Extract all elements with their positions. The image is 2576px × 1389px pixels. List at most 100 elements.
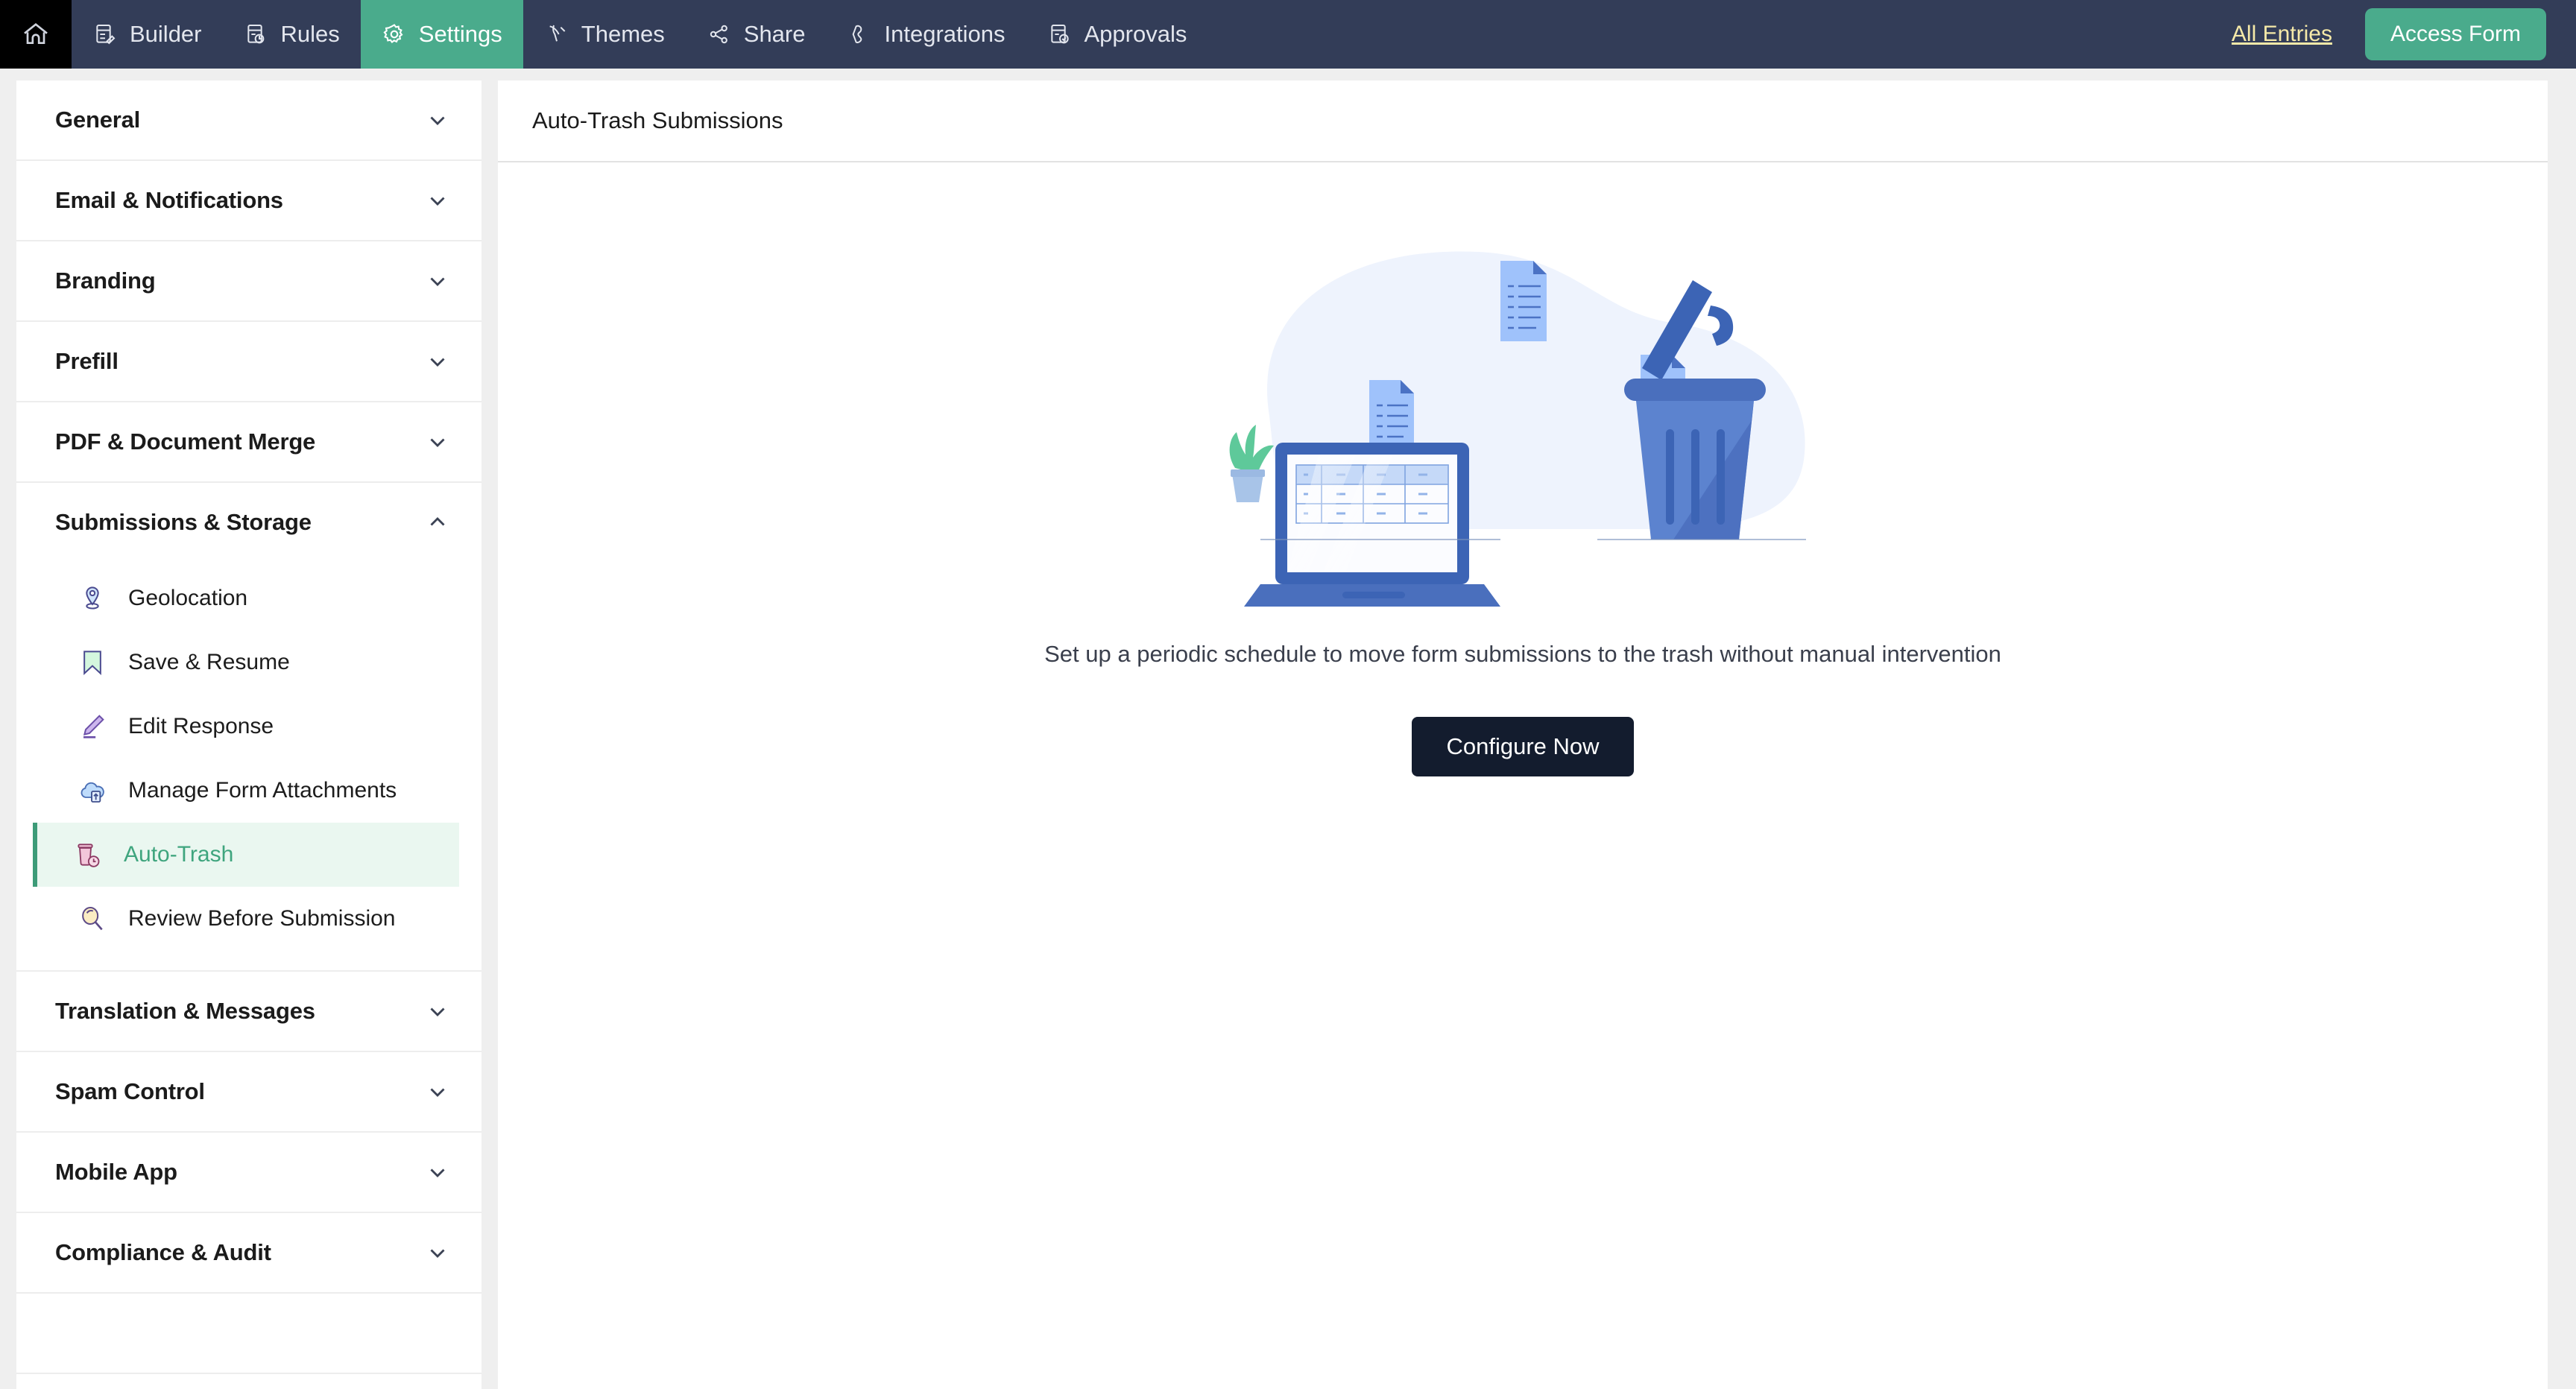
sidebar-group-partial: [16, 1294, 482, 1374]
sidebar-group-label: Compliance & Audit: [55, 1239, 271, 1266]
sidebar-item-geolocation[interactable]: Geolocation: [33, 566, 459, 630]
nav-item-label: Approvals: [1085, 21, 1187, 48]
auto-trash-empty-state-illustration: [1180, 192, 1866, 617]
chevron-down-icon: [425, 429, 450, 455]
bookmark-icon: [76, 646, 109, 679]
themes-icon: [544, 22, 569, 47]
sidebar-subitem-label: Review Before Submission: [128, 906, 396, 931]
sidebar-group-spam-control: Spam Control: [16, 1052, 482, 1133]
sidebar-group-label: Mobile App: [55, 1159, 177, 1186]
sidebar-group-label: Email & Notifications: [55, 187, 283, 214]
chevron-down-icon: [425, 188, 450, 213]
configure-now-button[interactable]: Configure Now: [1412, 717, 1633, 776]
sidebar-group-label: Translation & Messages: [55, 998, 315, 1025]
nav-item-label: Integrations: [885, 21, 1006, 48]
chevron-down-icon: [425, 349, 450, 374]
sidebar-group-compliance-audit: Compliance & Audit: [16, 1213, 482, 1294]
nav-item-label: Rules: [281, 21, 340, 48]
integrations-icon: [847, 22, 873, 47]
sidebar-subitem-label: Save & Resume: [128, 650, 290, 675]
nav-right-actions: All Entries Access Form: [2232, 0, 2576, 69]
sidebar-subitem-label: Geolocation: [128, 586, 247, 611]
sidebar-subitem-label: Auto-Trash: [124, 842, 233, 867]
main-content-panel: Auto-Trash Submissions: [498, 80, 2548, 1389]
sidebar-group-label: Branding: [55, 268, 155, 294]
home-icon: [21, 19, 51, 49]
sidebar-group-email: Email & Notifications: [16, 161, 482, 241]
chevron-down-icon: [425, 268, 450, 294]
laptop: [1244, 443, 1500, 607]
chevron-down-icon: [425, 1159, 450, 1185]
nav-item-label: Themes: [581, 21, 665, 48]
sidebar-item-email-notifications[interactable]: Email & Notifications: [16, 161, 482, 240]
empty-state-description: Set up a periodic schedule to move form …: [1044, 641, 2001, 668]
chevron-down-icon: [425, 999, 450, 1024]
page-title: Auto-Trash Submissions: [532, 107, 783, 134]
sidebar-group-submissions-storage: Submissions & Storage Geolocation: [16, 483, 482, 972]
nav-item-rules[interactable]: Rules: [223, 0, 361, 69]
rules-icon: [244, 22, 269, 47]
nav-item-builder[interactable]: Builder: [72, 0, 223, 69]
magnifier-icon: [76, 902, 109, 935]
nav-item-label: Builder: [130, 21, 202, 48]
chevron-down-icon: [425, 1240, 450, 1265]
chevron-down-icon: [425, 1079, 450, 1104]
cloud-upload-icon: [76, 774, 109, 807]
sidebar-item-spam-control[interactable]: Spam Control: [16, 1052, 482, 1131]
builder-icon: [92, 22, 118, 47]
all-entries-link[interactable]: All Entries: [2232, 22, 2332, 47]
pencil-icon: [76, 710, 109, 743]
top-navigation-bar: Builder Rules Settings: [0, 0, 2576, 69]
sidebar-group-prefill: Prefill: [16, 322, 482, 402]
plant: [1230, 425, 1274, 502]
nav-item-settings[interactable]: Settings: [361, 0, 523, 69]
document-1: [1500, 261, 1547, 341]
sidebar-group-label: Spam Control: [55, 1078, 205, 1105]
nav-item-integrations[interactable]: Integrations: [827, 0, 1026, 69]
chevron-up-icon: [425, 510, 450, 535]
main-header: Auto-Trash Submissions: [498, 80, 2548, 162]
sidebar-item-general[interactable]: General: [16, 80, 482, 159]
nav-item-label: Settings: [419, 21, 502, 48]
sidebar-item-compliance-audit[interactable]: Compliance & Audit: [16, 1213, 482, 1292]
sidebar-group-general: General: [16, 80, 482, 161]
sidebar-group-label: General: [55, 107, 140, 133]
sidebar-group-label: Submissions & Storage: [55, 509, 312, 536]
sidebar-group-branding: Branding: [16, 241, 482, 322]
sidebar-item-branding[interactable]: Branding: [16, 241, 482, 320]
sidebar-item-edit-response[interactable]: Edit Response: [33, 694, 459, 759]
sidebar-item-mobile-app[interactable]: Mobile App: [16, 1133, 482, 1212]
sidebar-group-pdf: PDF & Document Merge: [16, 402, 482, 483]
share-icon: [707, 22, 732, 47]
sidebar-item-manage-form-attachments[interactable]: Manage Form Attachments: [33, 759, 459, 823]
sidebar-item-auto-trash[interactable]: Auto-Trash: [33, 823, 459, 887]
sidebar-item-partial[interactable]: [16, 1294, 482, 1373]
empty-state: Set up a periodic schedule to move form …: [498, 162, 2548, 776]
nav-item-list: Builder Rules Settings: [72, 0, 1208, 69]
gear-icon: [382, 22, 407, 47]
nav-item-themes[interactable]: Themes: [523, 0, 686, 69]
sidebar-subitem-label: Edit Response: [128, 714, 274, 739]
sidebar-item-review-before-submission[interactable]: Review Before Submission: [33, 887, 459, 951]
sidebar-item-submissions-storage[interactable]: Submissions & Storage: [16, 483, 482, 562]
nav-item-share[interactable]: Share: [686, 0, 827, 69]
nav-item-label: Share: [744, 21, 806, 48]
location-pin-icon: [76, 582, 109, 615]
nav-item-approvals[interactable]: Approvals: [1026, 0, 1208, 69]
sidebar-item-translation-messages[interactable]: Translation & Messages: [16, 972, 482, 1051]
sidebar-item-pdf-document-merge[interactable]: PDF & Document Merge: [16, 402, 482, 481]
home-button[interactable]: [0, 0, 72, 69]
access-form-button[interactable]: Access Form: [2365, 8, 2546, 60]
approvals-icon: [1047, 22, 1073, 47]
trash-clock-icon: [72, 838, 104, 871]
chevron-down-icon: [425, 107, 450, 133]
sidebar-item-save-resume[interactable]: Save & Resume: [33, 630, 459, 694]
sidebar-group-mobile-app: Mobile App: [16, 1133, 482, 1213]
sidebar-item-prefill[interactable]: Prefill: [16, 322, 482, 401]
sidebar-group-translation: Translation & Messages: [16, 972, 482, 1052]
sidebar-subitem-list: Geolocation Save & Resume Edit Resp: [16, 562, 482, 970]
sidebar-subitem-label: Manage Form Attachments: [128, 778, 397, 803]
sidebar-group-label: Prefill: [55, 348, 119, 375]
document-3: [1369, 380, 1414, 446]
sidebar-group-label: PDF & Document Merge: [55, 428, 315, 455]
